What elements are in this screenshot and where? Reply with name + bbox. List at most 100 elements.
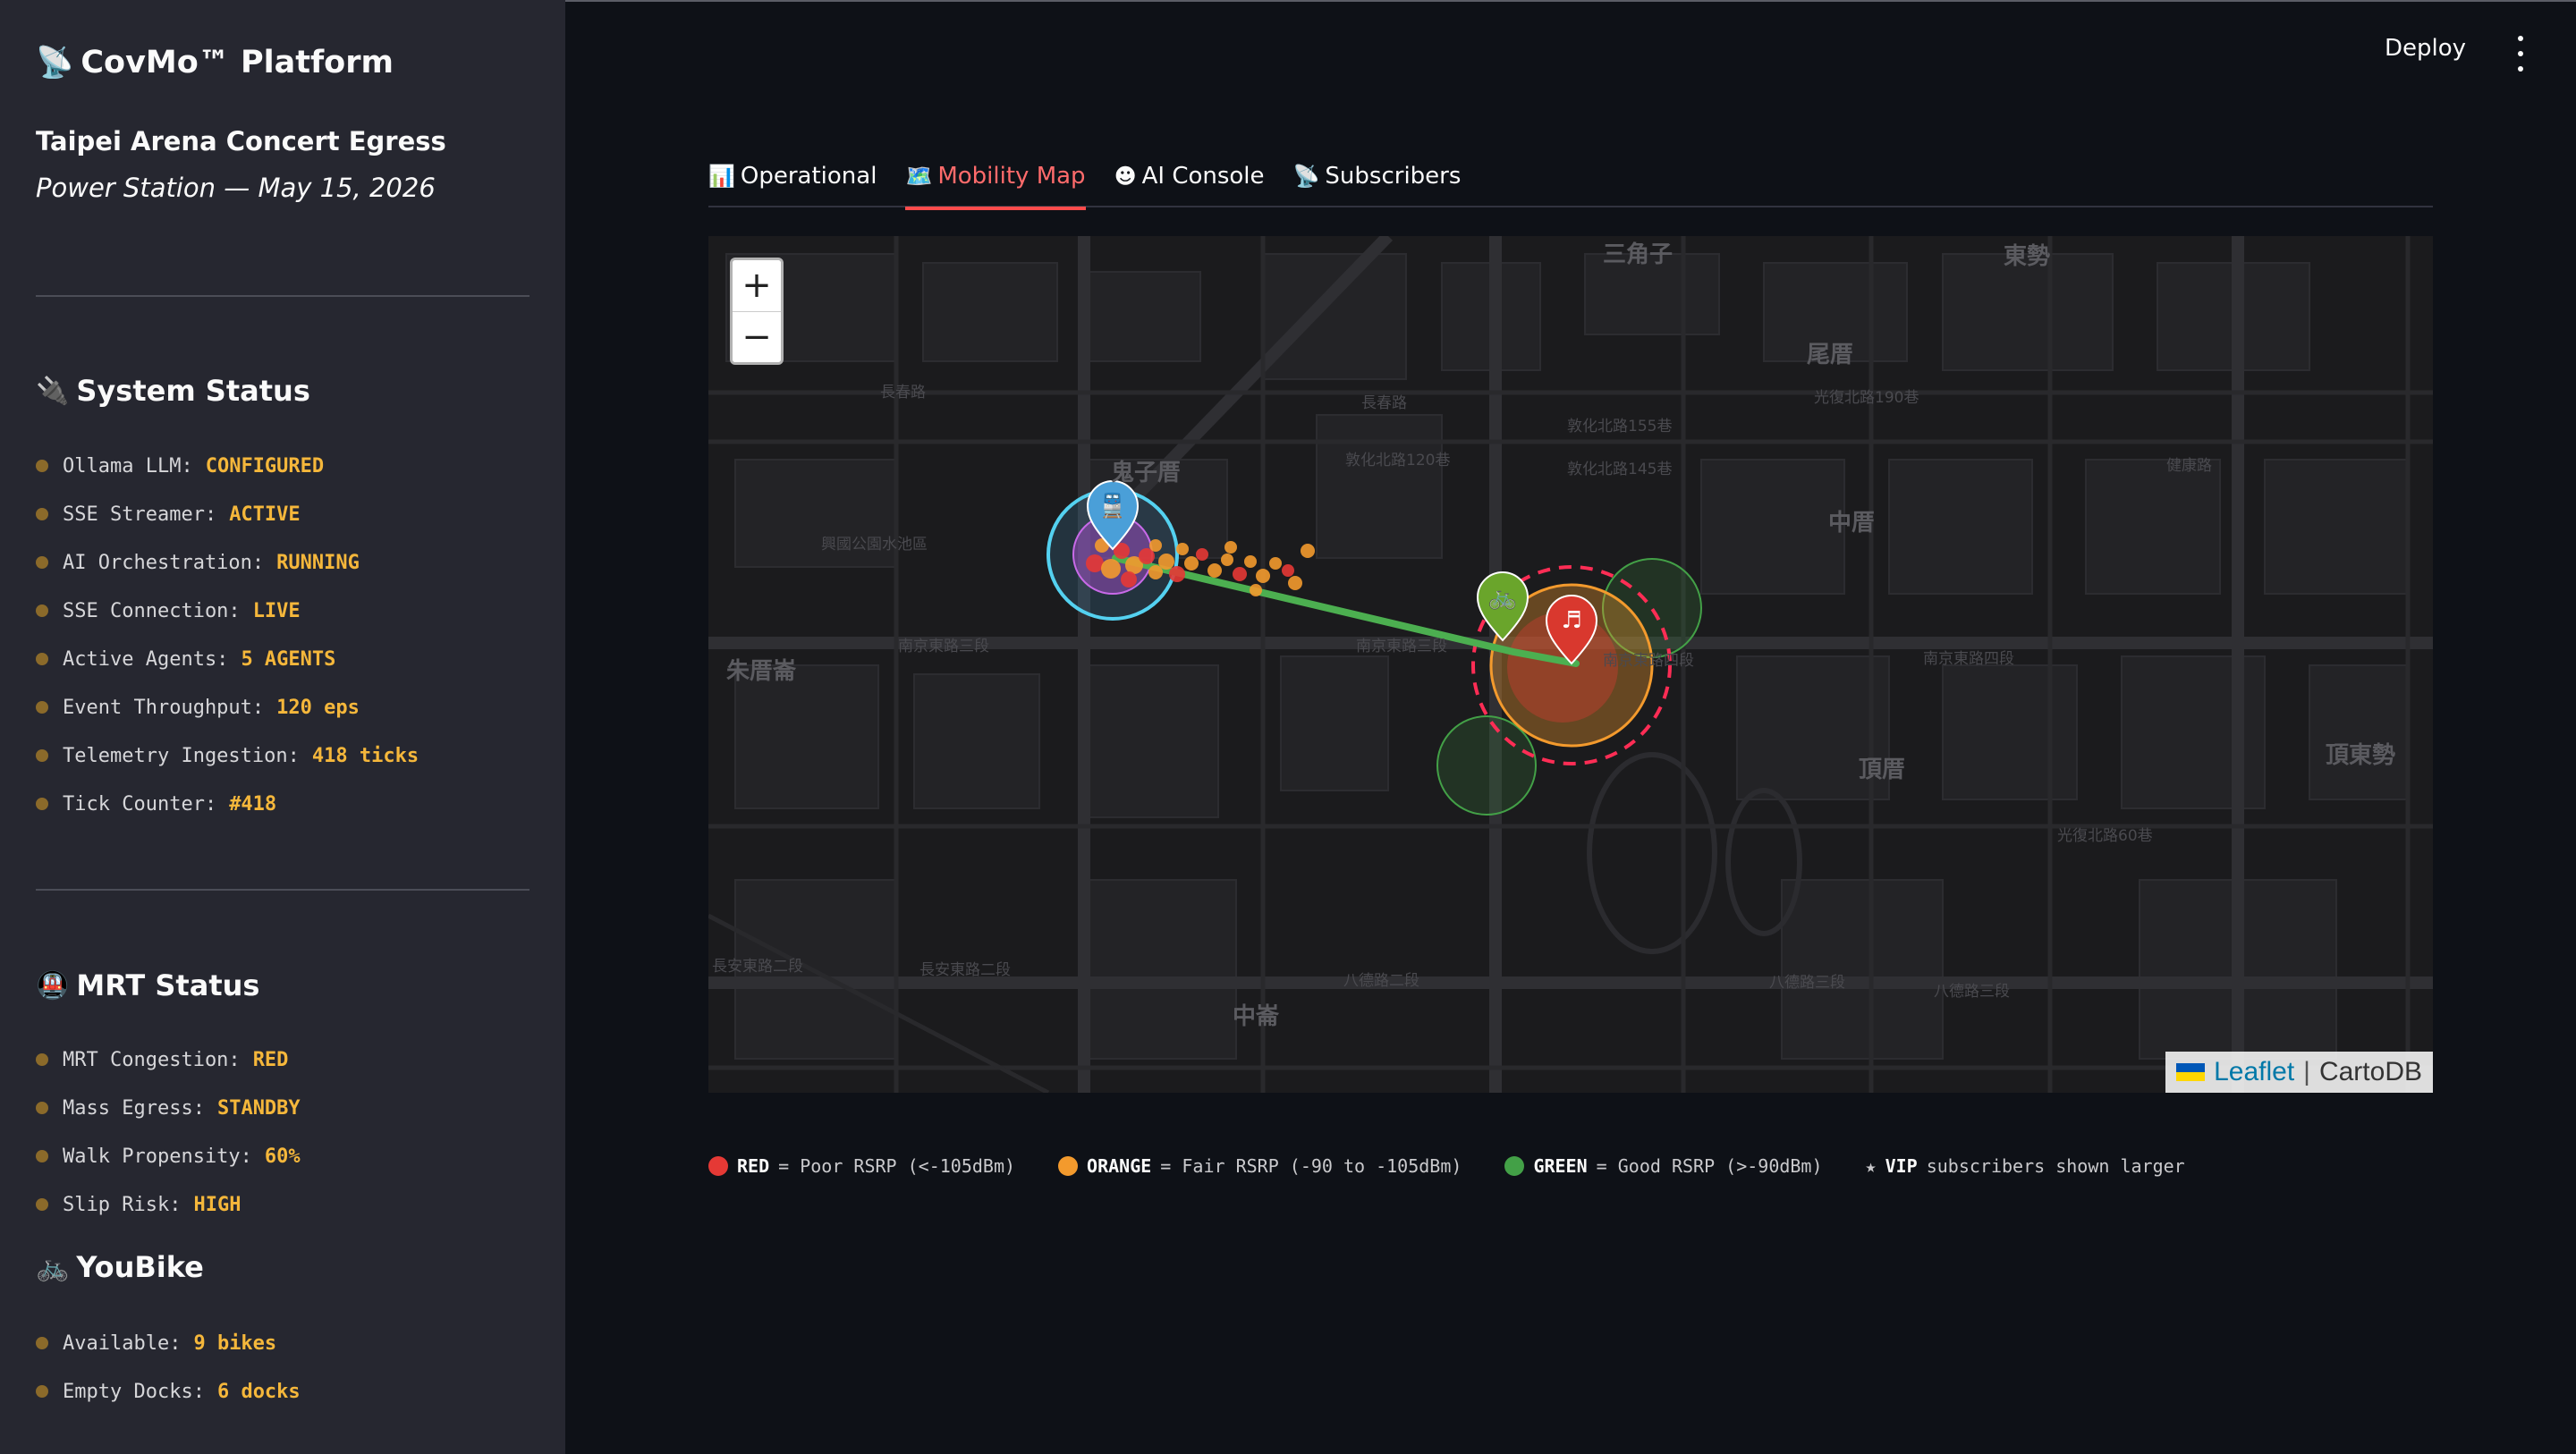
rsrp-legend: RED = Poor RSRP (<-105dBm) ORANGE = Fair RS… <box>708 1150 2185 1182</box>
subscriber-dot <box>1221 554 1233 566</box>
subscriber-dot <box>1224 541 1237 554</box>
sidebar-divider <box>36 295 530 297</box>
status-value: HIGH <box>193 1193 242 1216</box>
deploy-button[interactable]: Deploy <box>2379 34 2471 63</box>
subscriber-dot <box>1208 563 1222 578</box>
status-label: Telemetry Ingestion: <box>63 744 300 767</box>
tab-mobility-map[interactable]: 🗺️ Mobility Map <box>905 148 1086 210</box>
status-dot-icon <box>36 460 48 472</box>
subscriber-dot <box>1233 567 1247 581</box>
status-label: Empty Docks: <box>63 1380 205 1403</box>
legend-dot-icon <box>1504 1156 1525 1176</box>
subscriber-dot <box>1121 571 1137 588</box>
status-label: Ollama LLM: <box>63 454 193 478</box>
status-label: SSE Connection: <box>63 599 241 622</box>
status-value: 120 eps <box>276 696 360 719</box>
status-item: Telemetry Ingestion: 418 ticks <box>36 731 419 780</box>
legend-text: subscribers shown larger <box>1926 1155 2185 1177</box>
status-dot-icon <box>36 1053 48 1066</box>
subscriber-dot <box>1250 584 1262 596</box>
legend-key: ORANGE <box>1087 1155 1152 1177</box>
sidebar-divider <box>36 889 530 891</box>
status-dot-icon <box>36 508 48 520</box>
satellite-dish-icon: 📡 <box>36 45 74 80</box>
legend-key: RED <box>737 1155 770 1177</box>
status-item: Event Throughput: 120 eps <box>36 683 419 731</box>
status-value: CONFIGURED <box>205 454 325 478</box>
tab-ai-console[interactable]: ☻ AI Console <box>1114 148 1265 207</box>
status-dot-icon <box>36 1337 48 1349</box>
status-value: STANDBY <box>216 1096 301 1120</box>
status-dot-icon <box>36 798 48 810</box>
metro-icon: 🚇 <box>36 969 70 1002</box>
youbike-heading: 🚲 YouBike <box>36 1250 204 1284</box>
map-attribution: Leaflet | CartoDB <box>2165 1052 2433 1093</box>
tab-label: Operational <box>740 163 877 190</box>
subscriber-dot <box>1269 557 1282 570</box>
status-value: 9 bikes <box>193 1331 277 1355</box>
status-label: Active Agents: <box>63 647 229 671</box>
status-value: #418 <box>229 792 277 816</box>
system-status-list: Ollama LLM: CONFIGURED SSE Streamer: ACTIVE… <box>36 442 419 828</box>
subscriber-dot <box>1288 576 1302 590</box>
attribution-separator: | <box>2303 1057 2310 1086</box>
bar-chart-icon: 📊 <box>708 164 735 189</box>
tab-bar: 📊 Operational 🗺️ Mobility Map ☻ AI Console 📡 Su… <box>708 148 2433 210</box>
subscriber-dot <box>1256 569 1270 583</box>
legend-dot-icon <box>708 1156 728 1176</box>
leaflet-link[interactable]: Leaflet <box>2214 1057 2294 1087</box>
status-item: Empty Docks: 6 docks <box>36 1367 301 1416</box>
subscriber-dot <box>1158 554 1174 570</box>
legend-text: = Fair RSRP (-90 to -105dBm) <box>1160 1155 1462 1177</box>
mobility-map[interactable]: 🚆 ♬ 🚲 三角子 東勢 尾厝 鬼子厝 中厝 朱厝崙 頂厝 頂東勢 中崙 南京東路三段 南京東路三段 南京… <box>708 236 2433 1093</box>
subscriber-dot <box>1149 539 1162 552</box>
status-item: MRT Congestion: RED <box>36 1036 301 1084</box>
ukraine-flag-icon <box>2176 1063 2206 1081</box>
star-icon: ★ <box>1865 1155 1877 1177</box>
legend-key: GREEN <box>1533 1155 1588 1177</box>
subscriber-dot <box>1282 564 1294 577</box>
tab-operational[interactable]: 📊 Operational <box>708 148 877 207</box>
subscriber-dot <box>1169 566 1185 582</box>
legend-item: RED = Poor RSRP (<-105dBm) <box>708 1155 1015 1177</box>
subscriber-dot <box>1086 554 1104 572</box>
status-value: RED <box>252 1048 289 1071</box>
subscriber-dot <box>1196 548 1208 561</box>
subscriber-dot <box>1244 555 1257 568</box>
status-label: Available: <box>63 1331 182 1355</box>
sidebar: 📡 CovMo™ Platform Taipei Arena Concert E… <box>0 0 565 1454</box>
status-dot-icon <box>36 556 48 569</box>
legend-item: ORANGE = Fair RSRP (-90 to -105dBm) <box>1058 1155 1462 1177</box>
subscriber-dot <box>1184 556 1199 571</box>
status-item: Tick Counter: #418 <box>36 780 419 828</box>
cartodb-link[interactable]: CartoDB <box>2319 1057 2422 1087</box>
kebab-dot <box>2518 51 2523 56</box>
status-label: AI Orchestration: <box>63 551 265 574</box>
kebab-dot <box>2518 66 2523 72</box>
status-value: 6 docks <box>216 1380 301 1403</box>
good-coverage-zone <box>1436 715 1537 816</box>
zoom-in-button[interactable]: + <box>733 260 781 311</box>
subscriber-dot <box>1148 565 1163 579</box>
tab-label: Mobility Map <box>937 163 1086 190</box>
brand: 📡 CovMo™ Platform <box>36 45 394 80</box>
zoom-out-button[interactable]: − <box>733 311 781 362</box>
status-dot-icon <box>36 653 48 665</box>
status-item: Ollama LLM: CONFIGURED <box>36 442 419 490</box>
status-item: Active Agents: 5 AGENTS <box>36 635 419 683</box>
status-value: 418 ticks <box>311 744 419 767</box>
status-item: Walk Propensity: 60% <box>36 1132 301 1180</box>
main-menu-button[interactable] <box>2510 36 2531 72</box>
subscriber-dot <box>1101 559 1121 579</box>
tab-subscribers[interactable]: 📡 Subscribers <box>1293 148 1462 207</box>
status-value: LIVE <box>252 599 301 622</box>
status-label: Mass Egress: <box>63 1096 205 1120</box>
status-value: 60% <box>264 1145 301 1168</box>
subscriber-dot <box>1301 544 1315 558</box>
legend-item: ★ VIP subscribers shown larger <box>1866 1155 2185 1177</box>
legend-dot-icon <box>1058 1156 1079 1176</box>
youbike-status-list: Available: 9 bikes Empty Docks: 6 docks <box>36 1319 301 1416</box>
kebab-dot <box>2518 36 2523 41</box>
status-dot-icon <box>36 749 48 762</box>
tab-label: Subscribers <box>1325 163 1462 190</box>
